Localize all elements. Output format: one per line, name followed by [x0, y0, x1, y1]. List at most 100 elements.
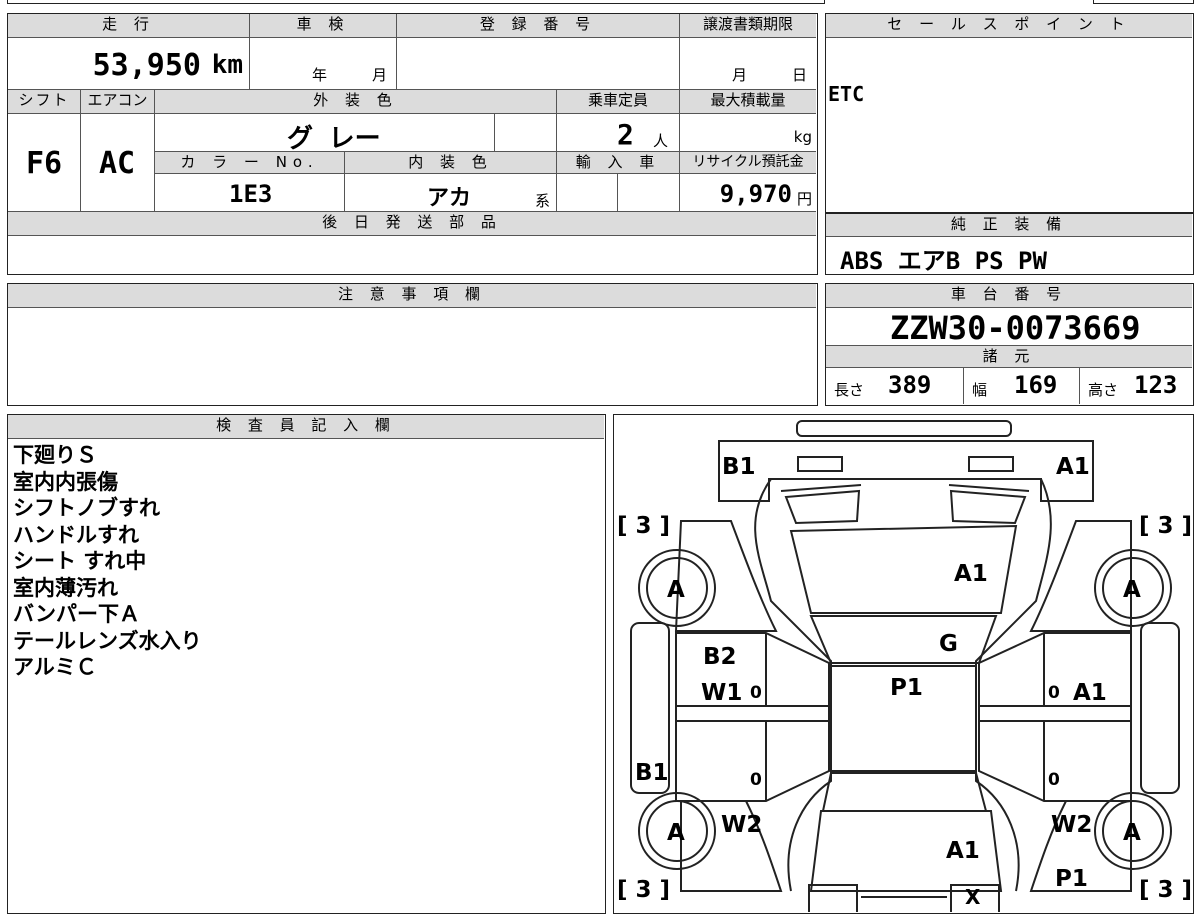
- note-line: アルミＣ: [13, 655, 97, 679]
- label-tire-fl: [ 3 ]: [617, 513, 670, 539]
- import-header: 輸 入 車: [557, 152, 680, 174]
- label-zero-1: 0: [750, 683, 762, 703]
- note-line: ハンドルすれ: [13, 522, 139, 547]
- capacity-header: 乗車定員: [557, 90, 680, 114]
- label-tire-rl: [ 3 ]: [617, 877, 670, 903]
- load-header: 最大積載量: [680, 90, 816, 114]
- load-cell: kg: [680, 114, 816, 152]
- recycle-header: リサイクル預託金: [680, 152, 816, 174]
- ac-header: エアコン: [81, 90, 155, 114]
- exterior-value: グ レー: [287, 124, 381, 154]
- chassis-header: 車 台 番 号: [826, 284, 1192, 308]
- label-rear-right: P1: [1055, 866, 1088, 892]
- capacity-cell: 2 人: [557, 114, 680, 152]
- chassis-box: 車 台 番 号 ZZW30-0073669 諸 元 長さ 389 幅 169 高…: [825, 283, 1194, 406]
- length-value: 389: [888, 371, 932, 399]
- inspector-notes: 下廻りＳ 室内内張傷 シフトノブすれ ハンドルすれ シート すれ中 室内薄汚れ …: [13, 442, 202, 681]
- car-diagram-box: B1 A1 [ 3 ] [ 3 ] A A A1 G P1 B2 W1 A1 0…: [613, 414, 1194, 914]
- later-parts-header: 後 日 発 送 部 品: [8, 212, 816, 236]
- equipment-box: 純 正 装 備 ABS エアB PS PW: [825, 213, 1194, 275]
- inspector-header: 検 査 員 記 入 欄: [8, 415, 604, 439]
- caution-box: 注 意 事 項 欄: [7, 283, 818, 406]
- width-cell: 幅 169: [964, 368, 1080, 404]
- label-front-left: B1: [722, 454, 756, 480]
- width-value: 169: [1014, 371, 1058, 399]
- mileage-unit: km: [211, 50, 243, 80]
- spec-header: 諸 元: [826, 346, 1192, 368]
- note-line: 室内内張傷: [13, 469, 118, 494]
- height-label: 高さ: [1088, 381, 1119, 399]
- exterior-cell: グ レー: [155, 114, 495, 154]
- label-windshield: G: [939, 631, 958, 657]
- shaken-year: 年: [312, 66, 328, 84]
- sales-point-header: セ ー ル ス ポ イ ン ト: [826, 14, 1192, 38]
- ac-cell: AC: [81, 114, 155, 212]
- transfer-day: 日: [792, 66, 808, 84]
- label-front-right: A1: [1056, 454, 1090, 480]
- label-right-rear-lower: W2: [1051, 812, 1092, 838]
- label-left-rear: B1: [635, 760, 669, 786]
- recycle-unit: 円: [796, 190, 812, 208]
- top-strip: [7, 0, 825, 4]
- shaken-month: 月: [372, 66, 388, 84]
- width-label: 幅: [972, 381, 988, 399]
- import-cell-a: [557, 174, 618, 212]
- import-cell-b: [618, 174, 680, 212]
- color-no-cell: 1E3: [155, 174, 345, 212]
- interior-cell: アカ 系: [345, 174, 557, 212]
- sales-point-text: ETC: [828, 82, 865, 106]
- label-left-rear-lower: W2: [721, 812, 762, 838]
- registration-header: 登 録 番 号: [397, 14, 680, 38]
- capacity-unit: 人: [653, 132, 669, 150]
- inspector-box: 検 査 員 記 入 欄 下廻りＳ 室内内張傷 シフトノブすれ ハンドルすれ シー…: [7, 414, 606, 914]
- chassis-value-cell: ZZW30-0073669: [826, 308, 1192, 347]
- note-line: テールレンズ水入り: [13, 628, 202, 653]
- car-diagram: B1 A1 [ 3 ] [ 3 ] A A A1 G P1 B2 W1 A1 0…: [617, 420, 1192, 912]
- chassis-number: ZZW30-0073669: [890, 309, 1141, 347]
- note-line: 室内薄汚れ: [13, 575, 118, 600]
- load-unit: kg: [793, 128, 812, 146]
- label-right-door: A1: [1073, 680, 1107, 706]
- mileage-cell: 53,950 km: [8, 38, 250, 90]
- mileage-header: 走 行: [8, 14, 250, 38]
- shift-value: F6: [26, 146, 63, 181]
- color-no-header: カ ラ ー No.: [155, 152, 345, 174]
- mileage-value: 53,950: [92, 48, 201, 83]
- vehicle-info-table: 走 行 車 検 登 録 番 号 譲渡書類期限 53,950 km 年 月 月 日…: [7, 13, 818, 275]
- label-tire-fr: [ 3 ]: [1139, 513, 1192, 539]
- interior-suffix: 系: [535, 192, 551, 210]
- label-rear-bottom: X: [965, 885, 981, 909]
- shift-cell: F6: [8, 114, 81, 212]
- transfer-deadline-header: 譲渡書類期限: [680, 14, 816, 38]
- note-line: 下廻りＳ: [13, 443, 97, 467]
- label-rear: A1: [946, 838, 980, 864]
- label-zero-3: 0: [750, 770, 762, 790]
- ac-value: AC: [99, 146, 136, 181]
- note-line: シフトノブすれ: [13, 496, 160, 520]
- capacity-value: 2: [617, 118, 634, 151]
- height-value: 123: [1134, 371, 1178, 399]
- interior-header: 内 装 色: [345, 152, 557, 174]
- shaken-cell: 年 月: [250, 38, 397, 90]
- registration-cell: [397, 38, 680, 90]
- label-roof: P1: [890, 675, 923, 701]
- equipment-header: 純 正 装 備: [826, 214, 1192, 237]
- shift-header: シフト: [8, 90, 81, 114]
- sales-point-box: セ ー ル ス ポ イ ン ト ETC: [825, 13, 1194, 213]
- recycle-cell: 9,970 円: [680, 174, 816, 212]
- length-cell: 長さ 389: [826, 368, 964, 404]
- note-line: バンパー下Ａ: [13, 602, 141, 626]
- transfer-cell: 月 日: [680, 38, 816, 90]
- label-wheel-rr: A: [1123, 820, 1141, 846]
- label-zero-4: 0: [1048, 770, 1060, 790]
- label-wheel-fl: A: [667, 577, 685, 603]
- shaken-header: 車 検: [250, 14, 397, 38]
- exterior-extra-cell: [495, 114, 557, 152]
- note-line: シート すれ中: [13, 549, 147, 573]
- color-no-value: 1E3: [229, 180, 273, 208]
- interior-value: アカ: [427, 186, 472, 211]
- length-label: 長さ: [834, 381, 865, 399]
- equipment-text: ABS エアB PS PW: [840, 247, 1047, 275]
- later-parts-cell: [8, 236, 816, 273]
- caution-header: 注 意 事 項 欄: [8, 284, 816, 308]
